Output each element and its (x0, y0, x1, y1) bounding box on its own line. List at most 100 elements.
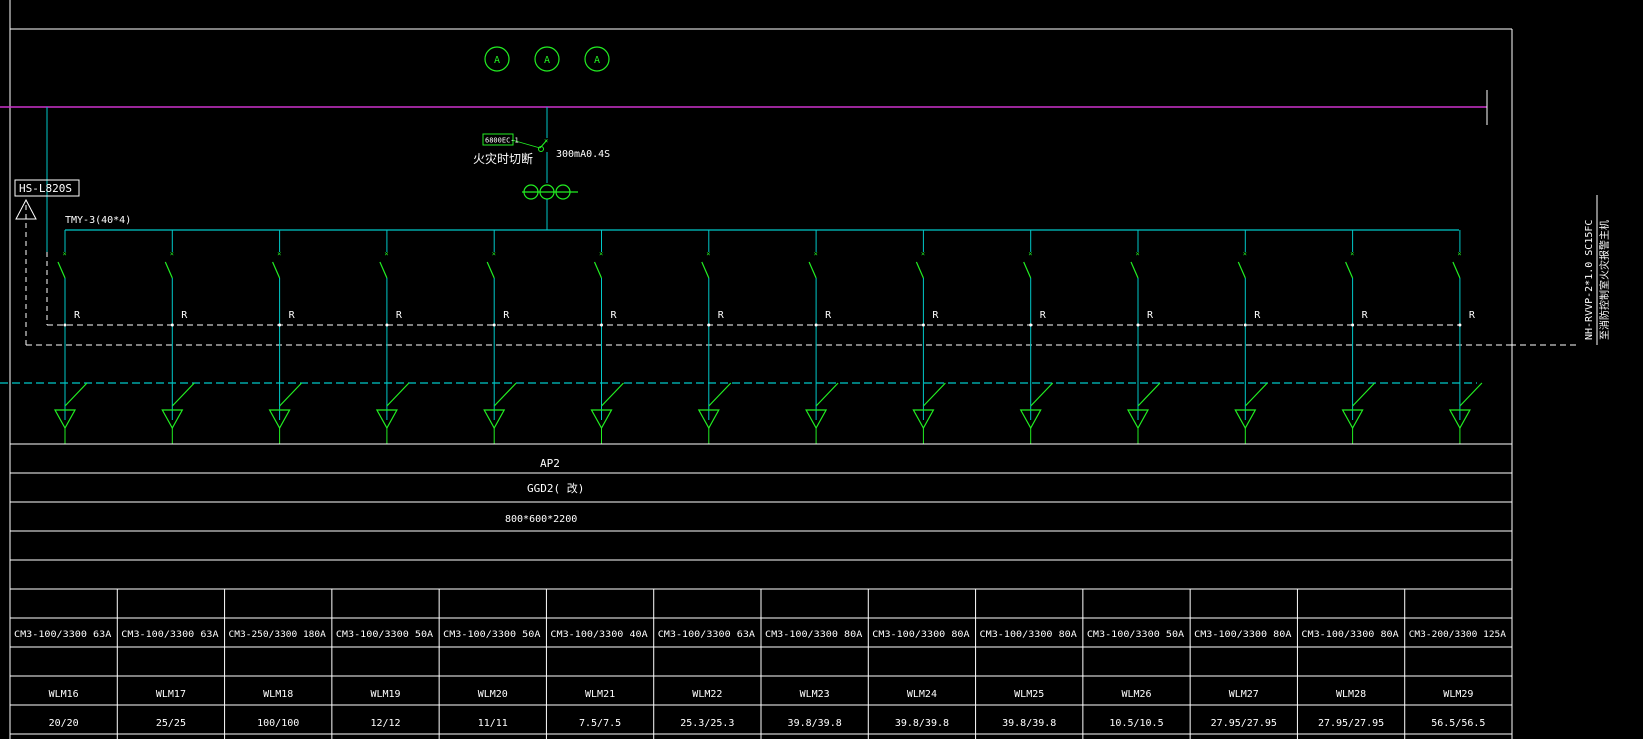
load-value: 56.5/56.5 (1431, 718, 1485, 729)
ammeter-label: A (494, 55, 500, 66)
load-value: 27.95/27.95 (1211, 718, 1277, 729)
switch-blade (915, 261, 924, 279)
branch-slash (601, 382, 624, 407)
breaker-cross-icon: × (1028, 250, 1032, 258)
load-value: 7.5/7.5 (579, 718, 621, 729)
circuit-id: WLM23 (800, 689, 830, 700)
feeder-circuit: ×R (1126, 230, 1161, 444)
load-value: 12/12 (370, 718, 400, 729)
breaker-cross-icon: × (1457, 250, 1461, 258)
breaker-spec: CM3-100/3300 80A (980, 630, 1077, 640)
branch-slash (922, 382, 946, 407)
circuit-id: WLM24 (907, 689, 937, 700)
incoming-circuit: × 6800EC-1 火灾时切断 300mA0.4S (473, 107, 610, 230)
switch-blade (701, 261, 710, 279)
ammeter-group: AAA (484, 46, 610, 72)
circuit-id: WLM26 (1121, 689, 1151, 700)
feeder-circuit: ×R (912, 230, 946, 444)
feeder-circuit: ×R (1448, 230, 1483, 444)
fire-cut-label: 火灾时切断 (473, 151, 533, 166)
breaker-cross-icon: × (170, 250, 174, 258)
circuit-id: WLM20 (478, 689, 508, 700)
feeder-circuit: ×R (1341, 230, 1376, 444)
ammeter-icon: A (484, 46, 510, 72)
breaker-spec: CM3-200/3300 125A (1409, 630, 1506, 640)
circuit-id: WLM16 (49, 689, 79, 700)
branch-slash (1352, 382, 1376, 407)
feeder-circuit: ×R (590, 230, 624, 444)
junction-dot (278, 323, 282, 327)
breaker-spec: CM3-100/3300 50A (336, 630, 433, 640)
relay-label: R (1254, 310, 1261, 321)
breaker-cross-icon: × (277, 250, 281, 258)
junction-dot (814, 323, 818, 327)
switch-blade (808, 261, 817, 279)
load-value: 27.95/27.95 (1318, 718, 1384, 729)
circuit-id: WLM17 (156, 689, 186, 700)
feeder-circuit: ×R (483, 230, 517, 444)
breaker-tag: 6800EC-1 (485, 137, 519, 145)
branch-slash (1459, 382, 1483, 407)
feeder-circuit: ×R (268, 230, 303, 444)
breaker-cross-icon: × (1350, 250, 1354, 258)
relay-label: R (611, 310, 618, 321)
switch-blade (164, 261, 173, 279)
junction-dot (170, 323, 174, 327)
load-value: 100/100 (257, 718, 299, 729)
load-value: 25.3/25.3 (680, 718, 734, 729)
circuit-id: WLM19 (370, 689, 400, 700)
relay-label: R (396, 310, 403, 321)
switch-blade (1023, 261, 1032, 279)
junction-dot (63, 323, 67, 327)
junction-dot (1351, 323, 1355, 327)
circuit-id: WLM21 (585, 689, 615, 700)
relay-label: R (932, 310, 939, 321)
load-value: 10.5/10.5 (1109, 718, 1163, 729)
cable-destination: 至消防控制室火灾报警主机 (1598, 220, 1611, 340)
circuit-id: WLM18 (263, 689, 293, 700)
junction-dot (1243, 323, 1247, 327)
branch-slash (386, 382, 410, 407)
relay-label: R (1362, 310, 1369, 321)
breaker-cross-icon: × (599, 250, 603, 258)
feeder-circuit: ×R (697, 230, 732, 444)
breaker-cross-icon: × (63, 250, 67, 258)
load-value: 39.8/39.8 (895, 718, 949, 729)
switch-blade (593, 261, 603, 279)
relay-label: R (1147, 310, 1154, 321)
right-cable-label: NH-RVVP-2*1.0 SC15FC 至消防控制室火灾报警主机 (1584, 195, 1611, 345)
relay-label: R (825, 310, 832, 321)
branch-slash (815, 382, 839, 407)
branch-slash (1137, 382, 1161, 407)
branch-slash (708, 382, 732, 407)
breaker-spec: CM3-100/3300 80A (1194, 630, 1291, 640)
switch-blade (272, 261, 281, 279)
busbar-label: TMY-3(40*4) (65, 215, 131, 226)
feeder-circuit: ×R (375, 230, 410, 444)
switch-blade (1130, 261, 1139, 279)
breaker-cross-icon: × (384, 250, 388, 258)
feeder-diagram-group: ×R×R×R×R×R×R×R×R×R×R×R×R×R×R (53, 230, 1483, 444)
cable-spec: NH-RVVP-2*1.0 SC15FC (1584, 220, 1595, 340)
magenta-bus (0, 90, 1488, 125)
electrical-schematic: AAA × 6800EC-1 火灾时切断 300mA0.4S HS-L820S … (0, 0, 1611, 739)
breaker-spec: CM3-100/3300 50A (1087, 630, 1184, 640)
switch-blade (57, 261, 66, 279)
junction-dot (1458, 323, 1462, 327)
breaker-spec: CM3-100/3300 80A (1301, 630, 1398, 640)
switch-blade (379, 261, 388, 279)
breaker-spec: CM3-100/3300 63A (14, 630, 111, 640)
load-value: 11/11 (478, 718, 508, 729)
breaker-spec: CM3-100/3300 80A (765, 630, 862, 640)
branch-slash (171, 382, 195, 407)
branch-slash (279, 382, 303, 407)
junction-dot (492, 323, 496, 327)
cabinet-dimensions: 800*600*2200 (505, 514, 577, 525)
feeder-circuit: ×R (1019, 230, 1054, 444)
circuit-id: WLM29 (1443, 689, 1473, 700)
leakage-label: 300mA0.4S (556, 149, 610, 160)
feeder-circuit: ×R (53, 230, 88, 444)
load-value: 25/25 (156, 718, 186, 729)
circuit-id: WLM25 (1014, 689, 1044, 700)
relay-label: R (181, 310, 188, 321)
